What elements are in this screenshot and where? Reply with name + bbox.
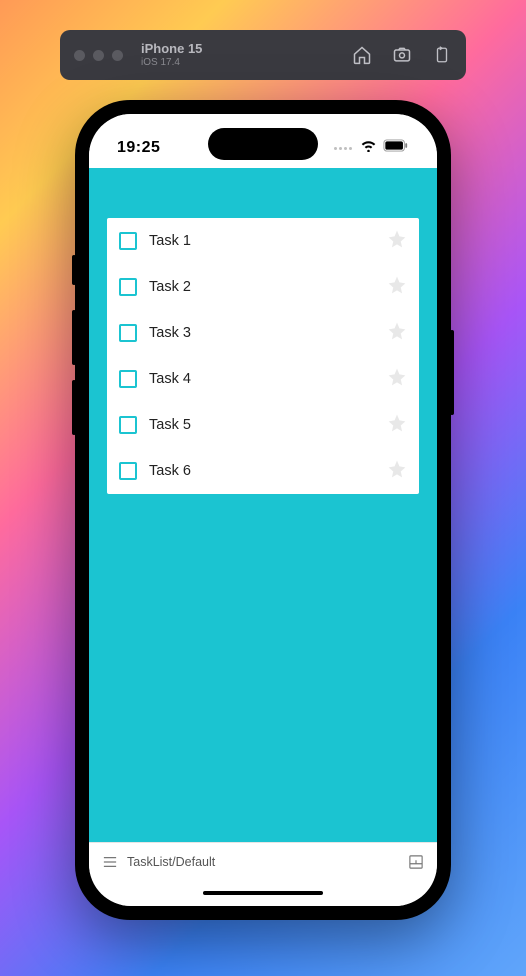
- task-checkbox[interactable]: [119, 416, 137, 434]
- screenshot-icon[interactable]: [392, 45, 412, 65]
- task-label: Task 2: [149, 279, 375, 295]
- menu-icon[interactable]: [103, 856, 117, 868]
- task-checkbox[interactable]: [119, 370, 137, 388]
- os-version: iOS 17.4: [141, 57, 202, 68]
- task-checkbox[interactable]: [119, 278, 137, 296]
- home-icon[interactable]: [352, 45, 372, 65]
- zoom-window-dot[interactable]: [112, 50, 123, 61]
- task-label: Task 6: [149, 463, 375, 479]
- addon-bar: TaskList/Default: [89, 842, 437, 880]
- status-time: 19:25: [117, 139, 160, 157]
- star-icon[interactable]: [387, 321, 407, 346]
- home-indicator[interactable]: [203, 891, 323, 895]
- app-content: Task 1 Task 2 Task 3 Task 4: [89, 168, 437, 842]
- home-indicator-area: [89, 880, 437, 906]
- task-checkbox[interactable]: [119, 232, 137, 250]
- volume-down-button[interactable]: [72, 380, 76, 435]
- task-row[interactable]: Task 5: [107, 402, 419, 448]
- task-row[interactable]: Task 6: [107, 448, 419, 494]
- wifi-icon: [360, 139, 377, 157]
- device-name: iPhone 15: [141, 42, 202, 56]
- addons-panel-icon[interactable]: [409, 855, 423, 869]
- star-icon[interactable]: [387, 275, 407, 300]
- star-icon[interactable]: [387, 413, 407, 438]
- task-label: Task 4: [149, 371, 375, 387]
- dynamic-island: [208, 128, 318, 160]
- task-row[interactable]: Task 2: [107, 264, 419, 310]
- star-icon[interactable]: [387, 459, 407, 484]
- cellular-signal-icon: [334, 147, 352, 150]
- task-checkbox[interactable]: [119, 324, 137, 342]
- battery-icon: [383, 139, 409, 157]
- rotate-icon[interactable]: [432, 45, 452, 65]
- task-checkbox[interactable]: [119, 462, 137, 480]
- close-window-dot[interactable]: [74, 50, 85, 61]
- simulator-toolbar: iPhone 15 iOS 17.4: [60, 30, 466, 80]
- mute-switch[interactable]: [72, 255, 76, 285]
- task-label: Task 3: [149, 325, 375, 341]
- task-list: Task 1 Task 2 Task 3 Task 4: [107, 218, 419, 494]
- task-row[interactable]: Task 4: [107, 356, 419, 402]
- power-button[interactable]: [450, 330, 454, 415]
- phone-frame: 19:25 Task 1: [75, 100, 451, 920]
- star-icon[interactable]: [387, 367, 407, 392]
- task-row[interactable]: Task 3: [107, 310, 419, 356]
- volume-up-button[interactable]: [72, 310, 76, 365]
- task-label: Task 5: [149, 417, 375, 433]
- task-label: Task 1: [149, 233, 375, 249]
- story-path[interactable]: TaskList/Default: [127, 855, 215, 869]
- task-row[interactable]: Task 1: [107, 218, 419, 264]
- window-controls[interactable]: [74, 50, 123, 61]
- phone-screen: 19:25 Task 1: [89, 114, 437, 906]
- minimize-window-dot[interactable]: [93, 50, 104, 61]
- star-icon[interactable]: [387, 229, 407, 254]
